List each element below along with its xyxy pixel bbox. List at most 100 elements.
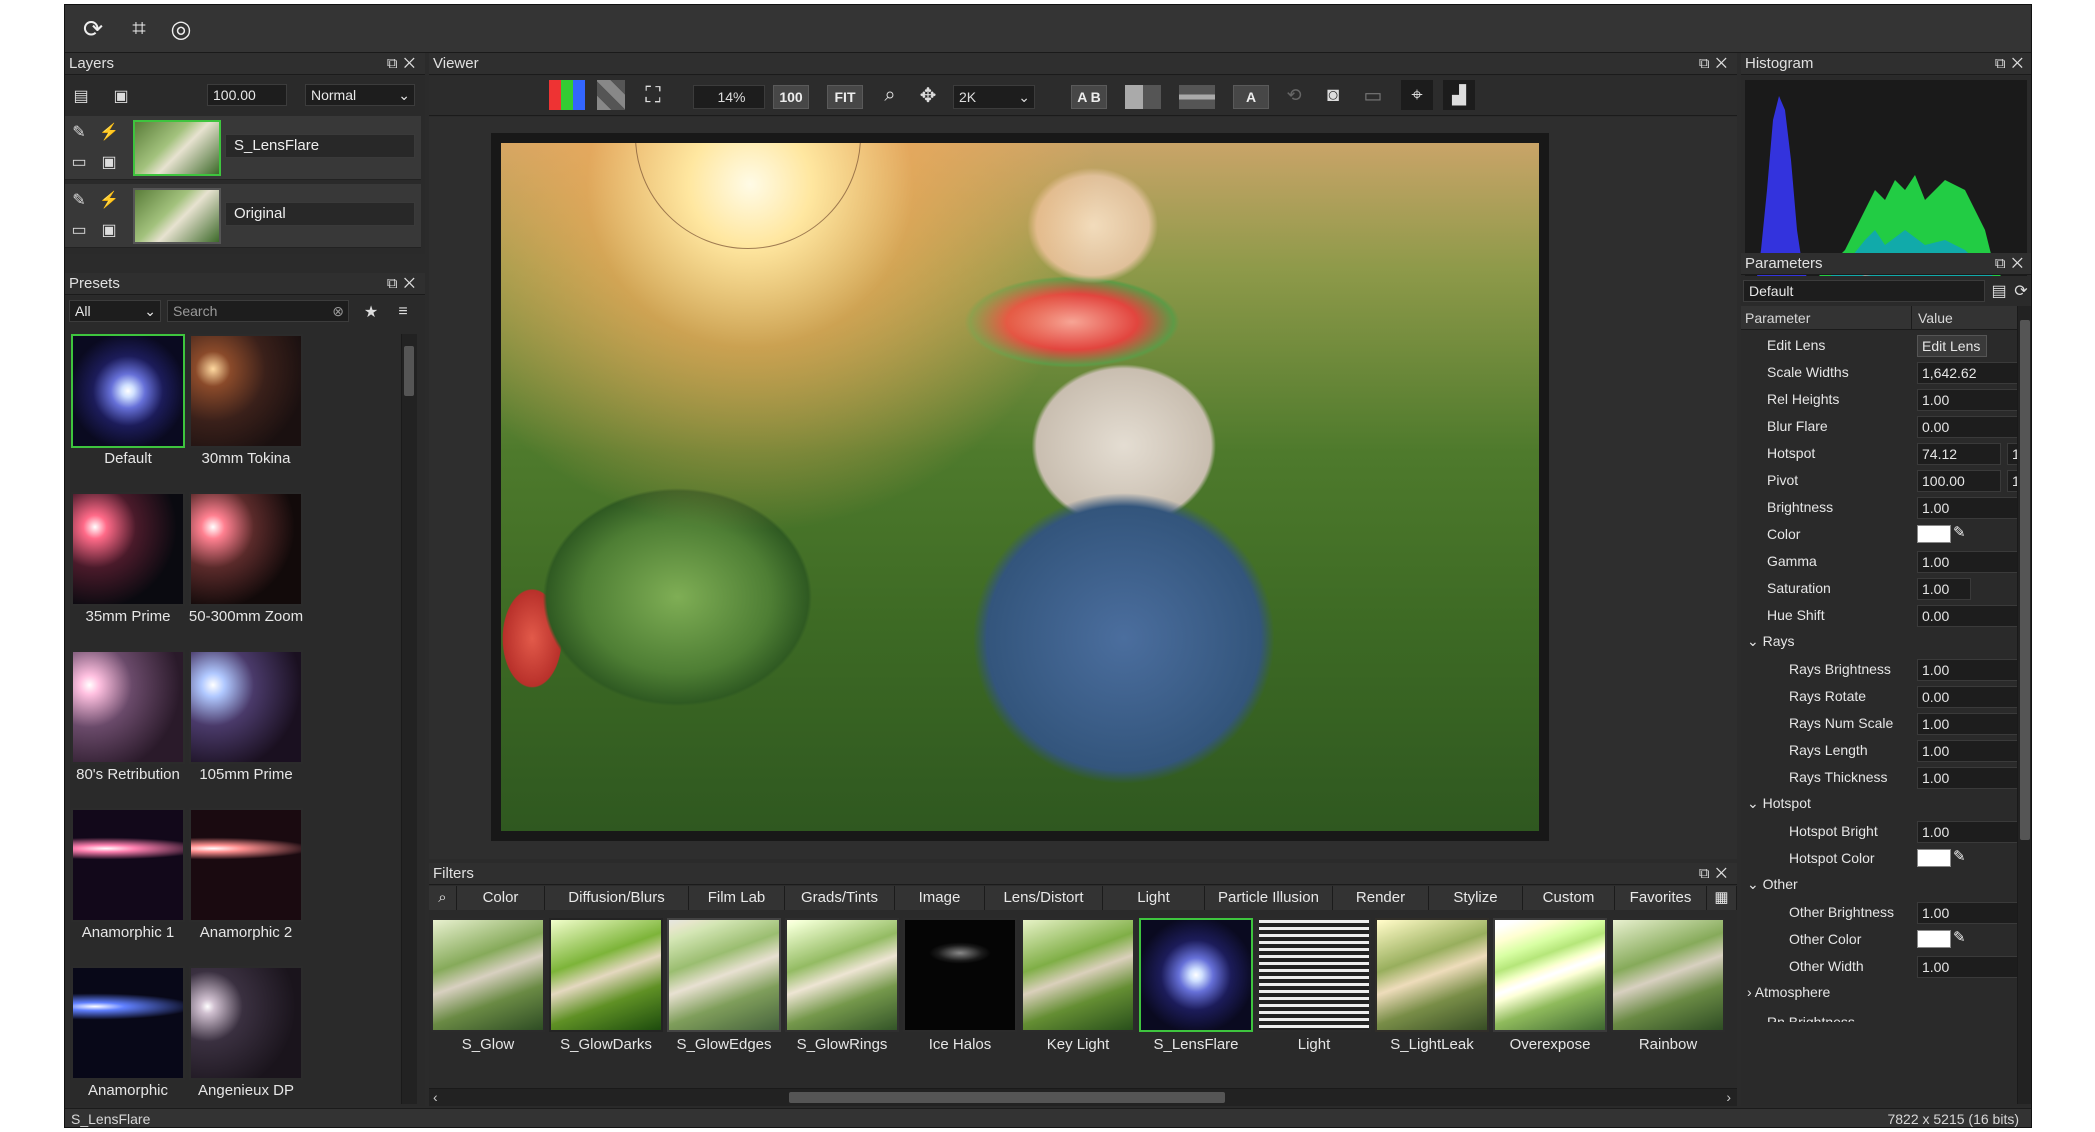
preset-item[interactable]: Anamorphic 2 xyxy=(187,808,305,942)
zoom-field[interactable]: 14% xyxy=(693,85,765,109)
filter-item[interactable]: S_GlowRings xyxy=(783,918,901,1054)
preset-item[interactable]: Angenieux DP xyxy=(187,966,305,1100)
panel-controls-icon[interactable]: ⧉✕ xyxy=(1995,253,2029,275)
param-value[interactable]: 0.00 xyxy=(1917,605,2021,627)
layer-thumbnail[interactable] xyxy=(133,120,221,176)
param-value[interactable]: 1.00 xyxy=(1917,389,2021,411)
param-value[interactable]: 74.12 xyxy=(1917,443,2001,465)
layer-mask-icon[interactable]: ▣ xyxy=(109,84,133,108)
preset-item[interactable]: 35mm Prime xyxy=(69,492,187,626)
tab-grads-tints[interactable]: Grads/Tints xyxy=(785,886,895,910)
display-icon[interactable]: ▭ xyxy=(67,218,91,242)
tab-stylize[interactable]: Stylize xyxy=(1429,886,1523,910)
panel-controls-icon[interactable]: ⧉✕ xyxy=(1995,53,2029,75)
scrollbar-thumb[interactable] xyxy=(404,346,414,396)
link-icon[interactable]: ⟲ xyxy=(1279,80,1309,110)
eyedropper-icon[interactable]: ✎ xyxy=(1953,928,1966,946)
refresh-icon[interactable]: ⟳ xyxy=(73,9,113,49)
tab-light[interactable]: Light xyxy=(1103,886,1205,910)
group-rays[interactable]: ⌄ Rays xyxy=(1747,633,1795,650)
tab-lens-distort[interactable]: Lens/Distort xyxy=(985,886,1103,910)
alpha-checker-icon[interactable] xyxy=(597,80,625,110)
param-value[interactable]: 1.00 xyxy=(1917,956,2021,978)
tab-film-lab[interactable]: Film Lab xyxy=(689,886,785,910)
eyedropper-icon[interactable]: ✎ xyxy=(1953,847,1966,865)
param-value[interactable]: 1.00 xyxy=(1917,740,2021,762)
preset-filter-select[interactable]: All ⌄ xyxy=(69,300,161,322)
tab-custom[interactable]: Custom xyxy=(1523,886,1615,910)
param-value[interactable]: 1.00 xyxy=(1917,821,2021,843)
edit-layer-icon[interactable]: ✎ xyxy=(67,188,91,212)
fit-frame-icon[interactable]: ⛶ xyxy=(637,80,669,110)
opacity-field[interactable]: 100.00 xyxy=(207,84,287,106)
overlay-a-button[interactable]: A xyxy=(1233,85,1269,109)
mask-icon[interactable]: ▣ xyxy=(97,150,121,174)
filter-item[interactable]: S_Glow xyxy=(429,918,547,1054)
filter-item[interactable]: S_GlowEdges xyxy=(665,918,783,1054)
monitor-icon[interactable]: ▭ xyxy=(1357,80,1389,110)
fit-button[interactable]: FIT xyxy=(827,85,863,109)
scroll-right-icon[interactable]: › xyxy=(1726,1089,1731,1105)
tab-favorites[interactable]: Favorites xyxy=(1615,886,1707,910)
target-icon[interactable]: ◎ xyxy=(161,9,201,49)
param-value[interactable]: 1,642.62 xyxy=(1917,362,2021,384)
mask-icon[interactable]: ▣ xyxy=(97,218,121,242)
eyedropper-icon[interactable]: ✎ xyxy=(1953,523,1966,541)
presets-scrollbar[interactable] xyxy=(401,334,417,1104)
ab-compare-button[interactable]: A B xyxy=(1071,85,1107,109)
filter-item[interactable]: S_GlowDarks xyxy=(547,918,665,1054)
camera-icon[interactable]: ◙ xyxy=(1317,80,1349,110)
grid-view-icon[interactable]: ▦ xyxy=(1707,886,1737,910)
preset-item[interactable]: 105mm Prime xyxy=(187,650,305,784)
preset-item[interactable]: Anamorphic xyxy=(69,966,187,1100)
layer-row[interactable]: ✎ ⚡ ▭ ▣ S_LensFlare xyxy=(65,116,421,180)
scrollbar-thumb[interactable] xyxy=(789,1092,1225,1103)
param-value[interactable]: 1.00 xyxy=(1917,659,2021,681)
zoom-100-button[interactable]: 100 xyxy=(773,85,809,109)
wipe-view-icon[interactable] xyxy=(1179,85,1215,109)
viewer-canvas[interactable] xyxy=(429,117,1737,859)
star-icon[interactable]: ★ xyxy=(359,300,383,324)
panel-controls-icon[interactable]: ⧉✕ xyxy=(387,273,421,295)
resolution-select[interactable]: 2K ⌄ xyxy=(953,85,1035,109)
filter-item[interactable]: S_LensFlare xyxy=(1137,918,1255,1054)
filter-item[interactable]: Ice Halos xyxy=(901,918,1019,1054)
filters-scrollbar[interactable]: ‹ › xyxy=(429,1088,1737,1106)
edit-lens-button[interactable]: Edit Lens xyxy=(1917,335,1987,357)
param-value[interactable]: 1.00 xyxy=(1917,902,2021,924)
split-view-icon[interactable] xyxy=(1125,85,1161,109)
tab-color[interactable]: Color xyxy=(457,886,545,910)
edit-layer-icon[interactable]: ✎ xyxy=(67,120,91,144)
search-icon[interactable]: ⌕ xyxy=(429,886,457,910)
crop-icon[interactable]: ⌗ xyxy=(119,9,159,49)
scrollbar-thumb[interactable] xyxy=(2020,320,2030,840)
parameter-preset-field[interactable]: Default xyxy=(1743,280,1985,302)
group-hotspot[interactable]: ⌄ Hotspot xyxy=(1747,795,1811,812)
tab-diffusion-blurs[interactable]: Diffusion/Blurs xyxy=(545,886,689,910)
filter-item[interactable]: Light xyxy=(1255,918,1373,1054)
filter-item[interactable]: Overexpose xyxy=(1491,918,1609,1054)
tab-render[interactable]: Render xyxy=(1333,886,1429,910)
rgb-channels-icon[interactable] xyxy=(549,80,585,110)
tab-image[interactable]: Image xyxy=(895,886,985,910)
histogram-toggle-icon[interactable]: ▟ xyxy=(1443,80,1475,110)
param-value[interactable]: 100.00 xyxy=(1917,470,2001,492)
parameters-scrollbar[interactable] xyxy=(2017,306,2031,1104)
group-atmosphere[interactable]: › Atmosphere xyxy=(1747,984,1830,1000)
layer-row[interactable]: ✎ ⚡ ▭ ▣ Original xyxy=(65,184,421,248)
param-value[interactable]: 1.00 xyxy=(1917,713,2021,735)
crosshair-icon[interactable]: ⌖ xyxy=(1401,80,1433,110)
layer-name[interactable]: Original xyxy=(225,202,415,226)
display-icon[interactable]: ▭ xyxy=(67,150,91,174)
filter-item[interactable]: Rainbow xyxy=(1609,918,1727,1054)
pan-icon[interactable]: ✥ xyxy=(913,80,943,110)
preset-item[interactable]: 50-300mm Zoom xyxy=(187,492,305,626)
blend-mode-select[interactable]: Normal ⌄ xyxy=(305,84,415,106)
menu-icon[interactable]: ≡ xyxy=(391,300,415,324)
color-swatch[interactable] xyxy=(1917,525,1951,543)
panel-controls-icon[interactable]: ⧉✕ xyxy=(1699,863,1733,885)
panel-controls-icon[interactable]: ⧉✕ xyxy=(1699,53,1733,75)
reset-icon[interactable]: ⟳ xyxy=(2009,279,2031,303)
param-value[interactable]: 1.00 xyxy=(1917,767,2021,789)
panel-controls-icon[interactable]: ⧉✕ xyxy=(387,53,421,75)
